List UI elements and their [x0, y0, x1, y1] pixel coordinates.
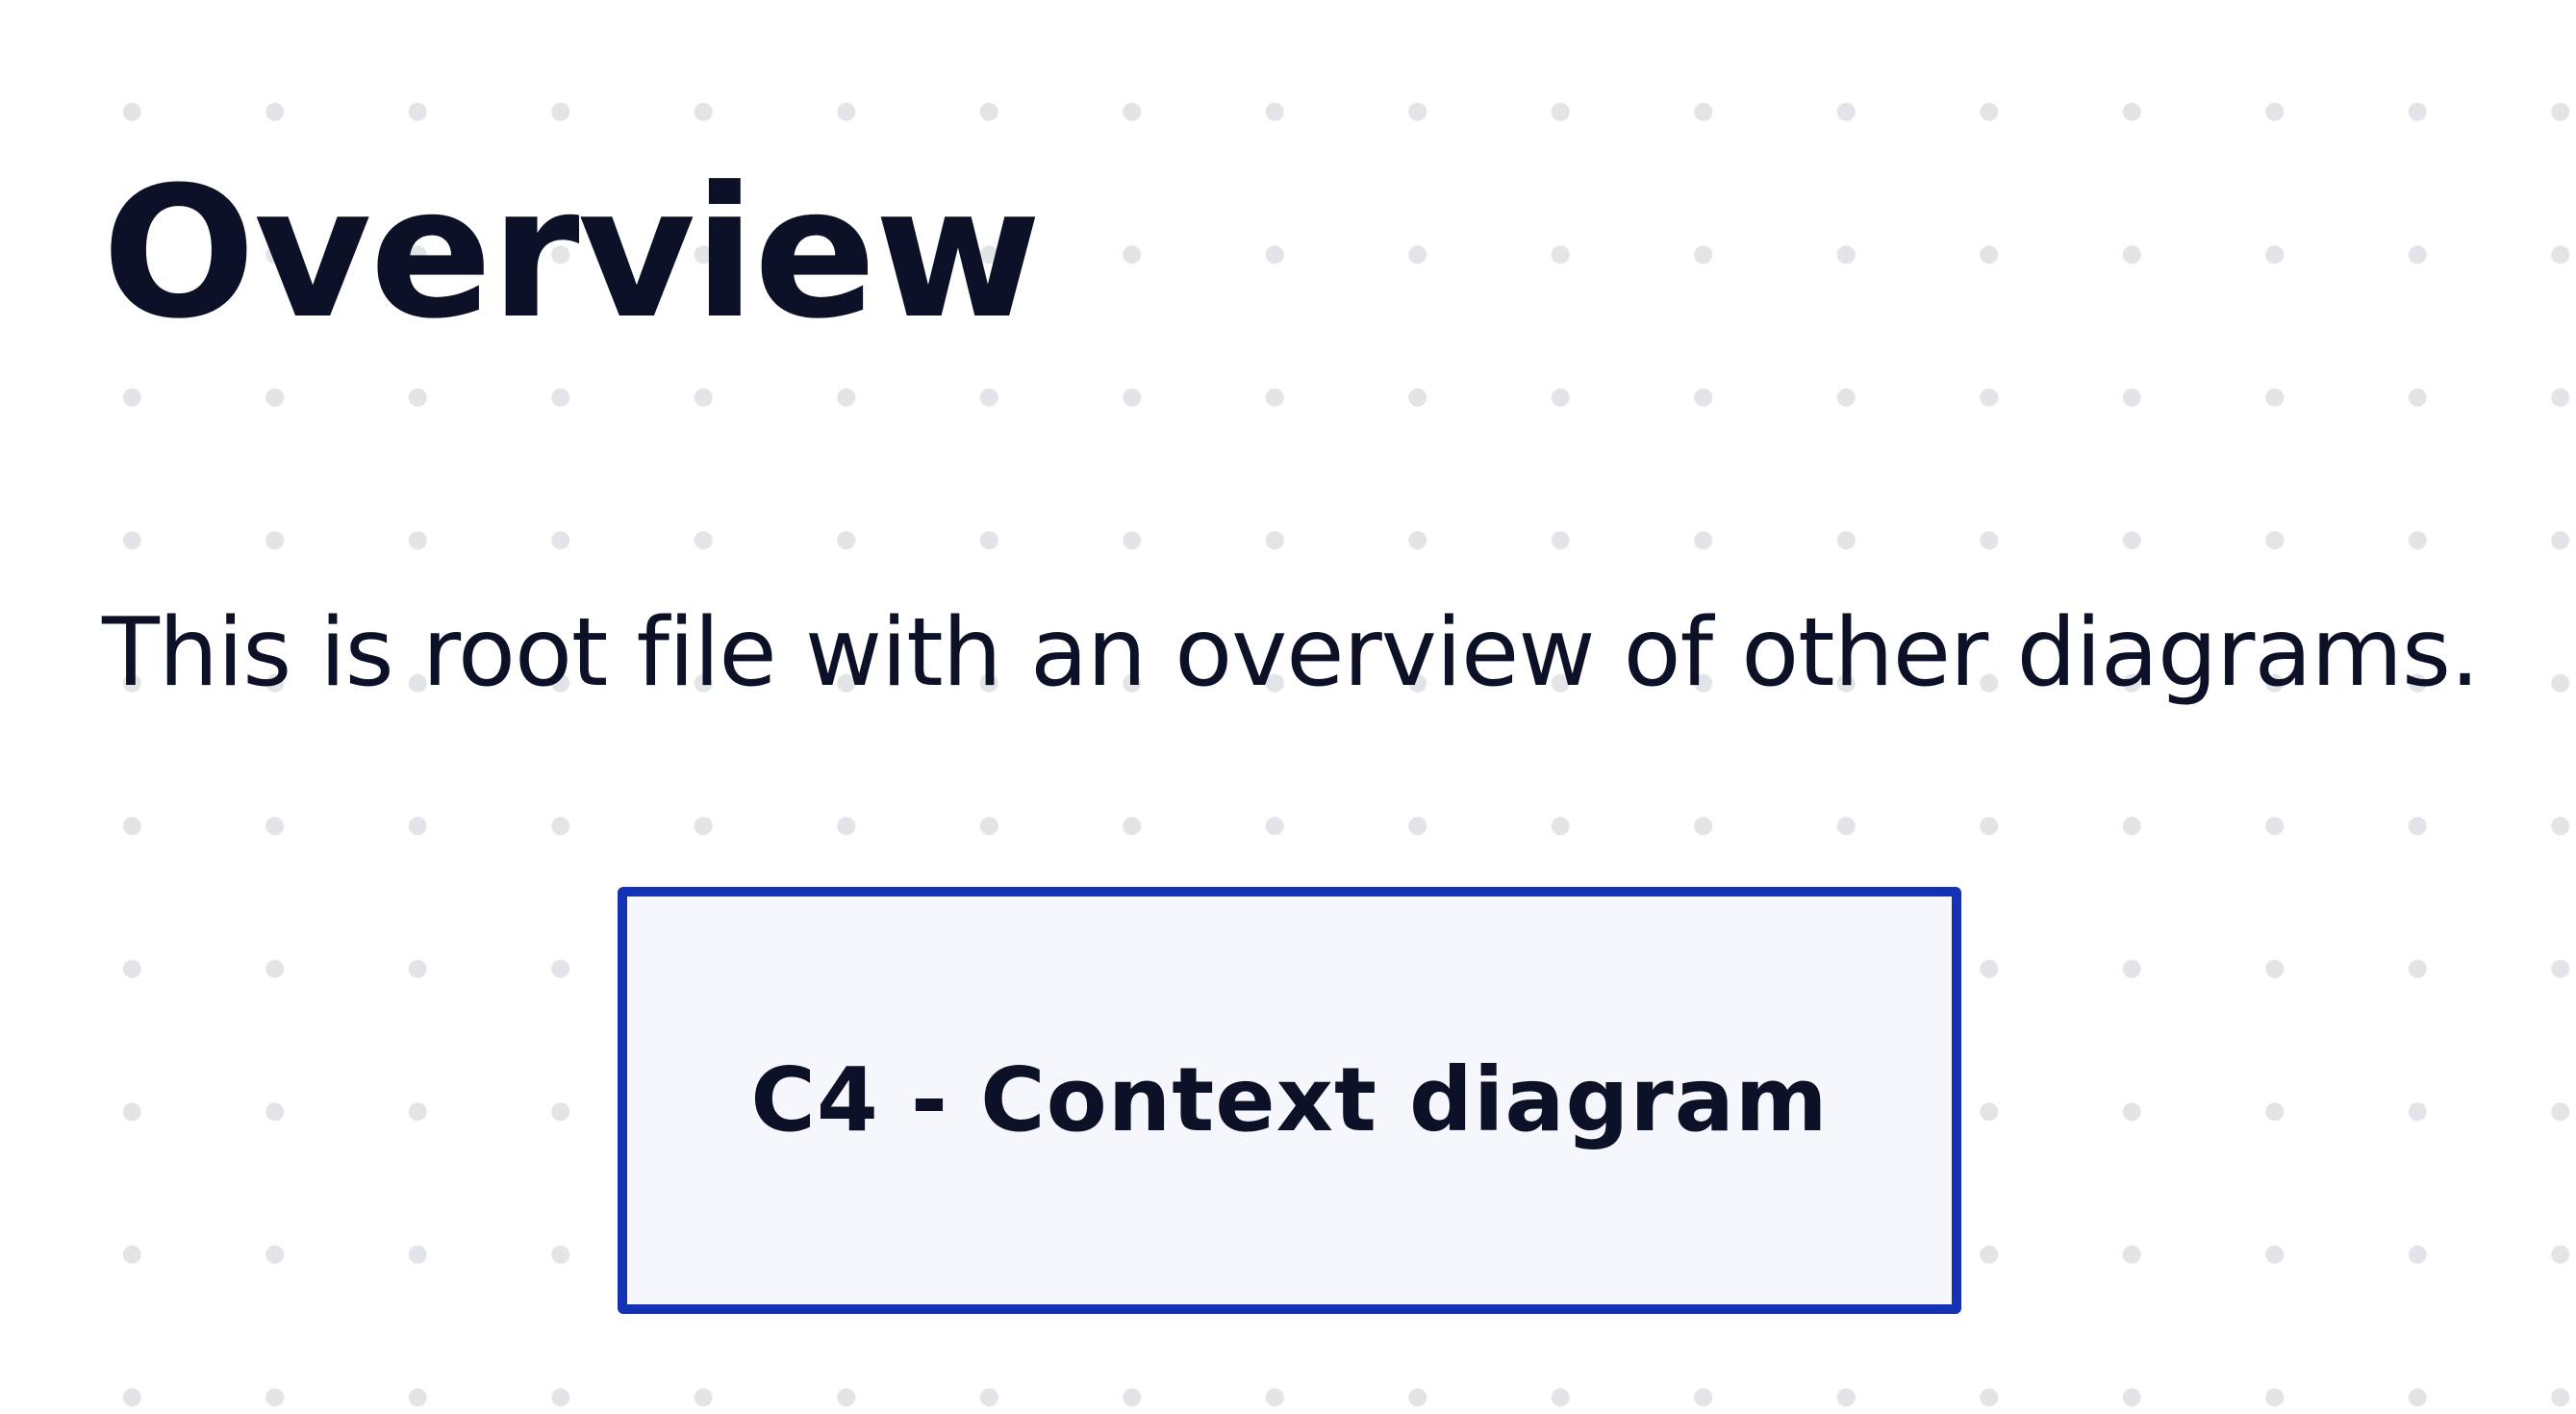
- c4-context-diagram-link[interactable]: C4 - Context diagram: [618, 887, 1961, 1314]
- diagram-link-label: C4 - Context diagram: [750, 1048, 1829, 1151]
- page-title: Overview: [102, 148, 1042, 359]
- diagram-canvas: Overview This is root file with an overv…: [0, 0, 2576, 1414]
- page-description: This is root file with an overview of ot…: [102, 598, 2480, 708]
